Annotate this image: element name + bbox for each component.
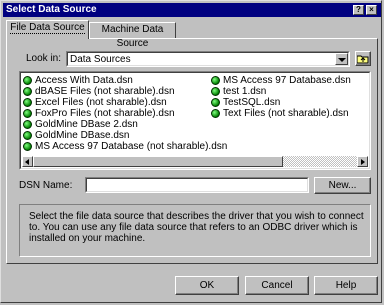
arrow-right-icon [361, 159, 365, 165]
arrow-left-icon [25, 159, 29, 165]
dsn-file-icon [23, 109, 32, 118]
tab-file-data-source[interactable]: File Data Source [6, 20, 89, 39]
select-data-source-dialog: Select Data Source ? × File Data Source … [0, 0, 382, 303]
chevron-down-icon [338, 58, 346, 62]
dsn-file-icon [211, 76, 220, 85]
dsn-file-icon [23, 76, 32, 85]
file-list[interactable]: Access With Data.dsn dBASE Files (not sh… [19, 71, 371, 170]
list-item[interactable]: Text Files (not sharable).dsn [211, 108, 349, 119]
dsn-file-icon [23, 120, 32, 129]
help-title-button[interactable]: ? [353, 5, 364, 15]
title-bar: Select Data Source ? × [3, 3, 381, 17]
list-item[interactable]: FoxPro Files (not sharable).dsn [23, 108, 175, 119]
list-item-label: Excel Files (not sharable).dsn [35, 97, 167, 108]
dsn-name-input[interactable] [85, 177, 309, 193]
list-item[interactable]: GoldMine DBase.dsn [23, 130, 130, 141]
dsn-name-label: DSN Name: [19, 180, 73, 191]
dsn-file-icon [211, 109, 220, 118]
horizontal-scrollbar[interactable] [22, 156, 368, 167]
description-box: Select the file data source that describ… [19, 204, 371, 257]
list-item-label: TestSQL.dsn [223, 97, 281, 108]
list-item-label: MS Access 97 Database.dsn [223, 75, 351, 86]
list-item[interactable]: test 1.dsn [211, 86, 266, 97]
scroll-thumb[interactable] [33, 156, 283, 167]
tab-machine-data-source[interactable]: Machine Data Source [89, 22, 176, 49]
dsn-file-icon [23, 142, 32, 151]
help-button[interactable]: Help [314, 276, 378, 295]
list-item-label: dBASE Files (not sharable).dsn [35, 86, 175, 97]
list-item[interactable]: MS Access 97 Database.dsn [211, 75, 351, 86]
scroll-left-button[interactable] [22, 156, 33, 167]
close-button[interactable]: × [366, 5, 377, 15]
new-button-label: New... [328, 180, 357, 191]
ok-button-label: OK [199, 280, 215, 291]
list-item-label: Text Files (not sharable).dsn [223, 108, 349, 119]
dsn-file-icon [211, 87, 220, 96]
look-in-label: Look in: [26, 53, 62, 64]
description-text: Select the file data source that describ… [29, 211, 364, 244]
dsn-file-icon [23, 87, 32, 96]
list-item[interactable]: Access With Data.dsn [23, 75, 133, 86]
tab-file-data-source-label: File Data Source [10, 22, 85, 34]
cancel-button[interactable]: Cancel [245, 276, 309, 295]
list-item-label: GoldMine DBase.dsn [35, 130, 130, 141]
dsn-file-icon [23, 131, 32, 140]
look-in-value: Data Sources [70, 54, 131, 65]
new-button[interactable]: New... [314, 177, 371, 194]
file-data-source-panel: Look in: Data Sources Access With Data.d… [6, 38, 378, 264]
list-item-label: FoxPro Files (not sharable).dsn [35, 108, 175, 119]
list-item[interactable]: GoldMine DBase 2.dsn [23, 119, 138, 130]
list-item[interactable]: MS Access 97 Database (not sharable).dsn [23, 141, 227, 152]
look-in-select[interactable]: Data Sources [66, 51, 350, 67]
window-title: Select Data Source [6, 4, 97, 15]
scroll-right-button[interactable] [357, 156, 368, 167]
list-item-label: MS Access 97 Database (not sharable).dsn [35, 141, 228, 152]
dsn-file-icon [23, 98, 32, 107]
list-item-label: test 1.dsn [223, 86, 267, 97]
dsn-file-icon [211, 98, 220, 107]
up-one-level-button[interactable] [355, 51, 371, 66]
list-item-label: Access With Data.dsn [35, 75, 133, 86]
cancel-button-label: Cancel [261, 280, 293, 291]
folder-up-icon [357, 55, 369, 64]
ok-button[interactable]: OK [175, 276, 239, 295]
look-in-dropdown-button[interactable] [335, 53, 348, 65]
help-button-label: Help [335, 280, 357, 291]
list-item[interactable]: dBASE Files (not sharable).dsn [23, 86, 175, 97]
list-item-label: GoldMine DBase 2.dsn [35, 119, 138, 130]
list-item[interactable]: TestSQL.dsn [211, 97, 280, 108]
list-item[interactable]: Excel Files (not sharable).dsn [23, 97, 167, 108]
